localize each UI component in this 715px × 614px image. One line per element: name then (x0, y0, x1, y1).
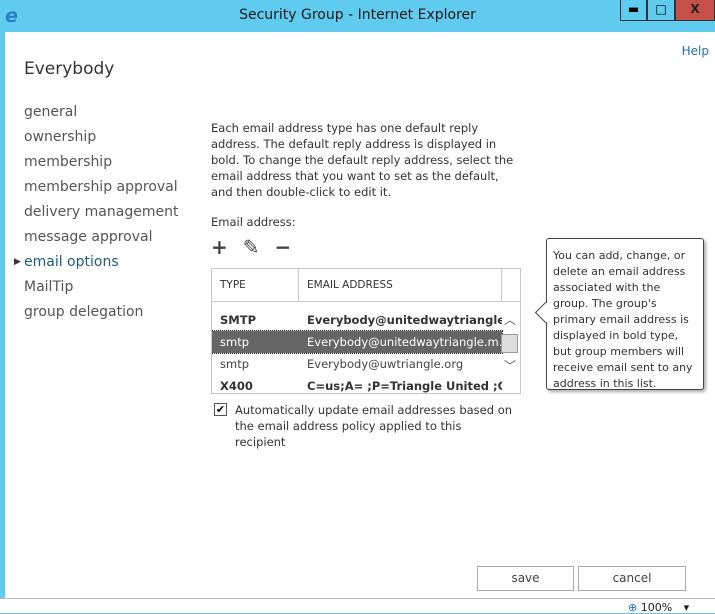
email-address-label: Email address: (211, 215, 296, 229)
cell-type: X400 (220, 379, 253, 393)
nav-ownership[interactable]: ownership (24, 127, 178, 152)
column-email-address[interactable]: EMAIL ADDRESS (299, 269, 502, 301)
table-row[interactable]: smtp Everybody@uwtriangle.org (212, 353, 502, 375)
cell-address: Everybody@unitedwaytriangle.m... (307, 335, 502, 349)
nav-message-approval[interactable]: message approval (24, 227, 178, 252)
help-link[interactable]: Help (682, 44, 709, 58)
save-button[interactable]: save (477, 566, 574, 591)
grid-header: TYPE EMAIL ADDRESS (212, 269, 520, 302)
auto-update-checkbox[interactable]: ✔ (214, 403, 227, 416)
info-tooltip: You can add, change, or delete an email … (546, 238, 704, 390)
toolbar: + ✎ − (211, 235, 299, 259)
status-bar: ⊕ 100% ▾ (0, 598, 715, 614)
auto-update-label: Automatically update email addresses bas… (235, 403, 513, 449)
nav-mailtip[interactable]: MailTip (24, 277, 178, 302)
add-icon[interactable]: + (211, 235, 228, 259)
zoom-level: 100% (640, 601, 673, 614)
nav-membership[interactable]: membership (24, 152, 178, 177)
email-address-grid: TYPE EMAIL ADDRESS SMTP Everybody@unitedw… (211, 268, 521, 394)
zoom-icon: ⊕ (628, 601, 638, 614)
cell-type: SMTP (220, 313, 256, 327)
scroll-up-icon[interactable]: ︿ (504, 311, 516, 328)
title-bar: e Security Group - Internet Explorer ▬ □… (0, 0, 715, 32)
nav-label: email options (24, 254, 119, 270)
page-title: Everybody (24, 59, 115, 79)
table-row[interactable]: smtp Everybody@unitedwaytriangle.m... (212, 330, 503, 354)
selected-arrow-icon: ▶ (14, 257, 21, 267)
nav-membership-approval[interactable]: membership approval (24, 177, 178, 202)
nav-email-options[interactable]: ▶ email options (14, 252, 178, 277)
zoom-control[interactable]: ⊕ 100% ▾ (628, 601, 689, 614)
nav-general[interactable]: general (24, 102, 178, 127)
nav-delivery-management[interactable]: delivery management (24, 202, 178, 227)
column-type[interactable]: TYPE (212, 269, 299, 301)
cell-address: Everybody@uwtriangle.org (307, 357, 464, 371)
window-title: Security Group - Internet Explorer (239, 7, 476, 23)
scroll-down-icon[interactable]: ﹀ (504, 357, 516, 374)
table-row[interactable]: SMTP Everybody@unitedwaytriangle.o... (212, 309, 502, 331)
minimize-button[interactable]: ▬ (620, 0, 647, 21)
page-content: Help Everybody general ownership members… (5, 32, 715, 598)
close-button[interactable]: X (675, 0, 715, 21)
remove-icon[interactable]: − (274, 235, 291, 259)
nav-group-delegation[interactable]: group delegation (24, 302, 178, 327)
grid-scrollbar[interactable]: ︿ ﹀ (500, 303, 520, 393)
table-row[interactable]: X400 C=us;A= ;P=Triangle United ;O=... (212, 375, 502, 393)
cell-type: smtp (220, 357, 250, 371)
cancel-button[interactable]: cancel (578, 566, 686, 591)
scroll-thumb[interactable] (501, 334, 518, 353)
cell-type: smtp (220, 335, 250, 349)
sidebar-nav: general ownership membership membership … (14, 102, 178, 327)
edit-icon[interactable]: ✎ (243, 235, 260, 259)
chevron-down-icon[interactable]: ▾ (684, 601, 690, 614)
cell-address: Everybody@unitedwaytriangle.o... (307, 313, 502, 327)
maximize-button[interactable]: □ (647, 0, 675, 21)
cell-address: C=us;A= ;P=Triangle United ;O=... (307, 379, 502, 393)
description: Each email address type has one default … (211, 121, 514, 199)
